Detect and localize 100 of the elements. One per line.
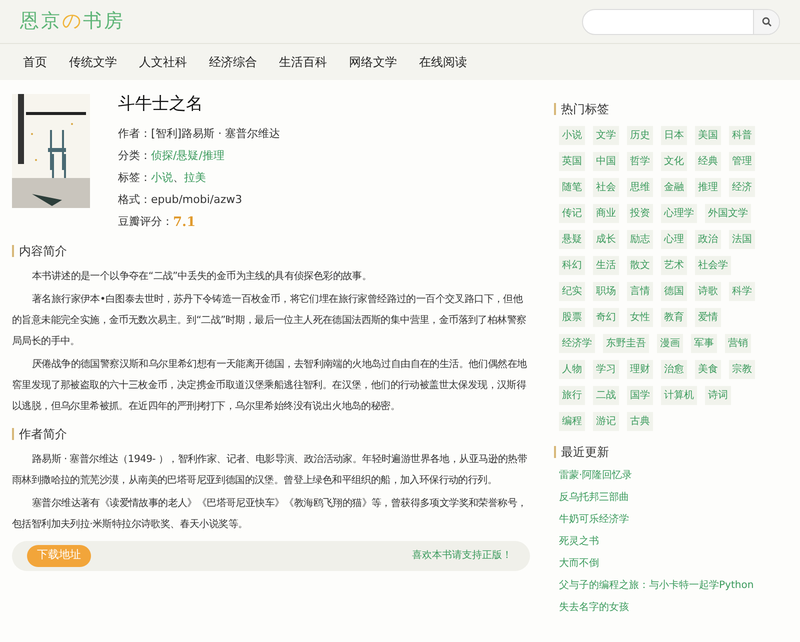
- tag-link[interactable]: 拉美: [184, 170, 206, 187]
- tag-chip[interactable]: 爱情: [695, 308, 721, 327]
- recent-book-link[interactable]: 大而不倒: [559, 555, 764, 572]
- recent-book-link[interactable]: 反乌托邦三部曲: [559, 489, 764, 506]
- nav-link[interactable]: 传统文学: [69, 53, 117, 71]
- recent-book-link[interactable]: 失去名字的女孩: [559, 599, 764, 616]
- tag-chip[interactable]: 商业: [593, 204, 619, 223]
- tag-chip[interactable]: 营销: [725, 334, 751, 353]
- tag-chip[interactable]: 国学: [627, 386, 653, 405]
- tag-chip[interactable]: 奇幻: [593, 308, 619, 327]
- paragraph: 本书讲述的是一个以争夺在“二战”中丢失的金币为主线的具有侦探色彩的故事。: [31, 270, 373, 284]
- tag-chip[interactable]: 思维: [627, 178, 653, 197]
- field-label: 标签：: [118, 170, 151, 186]
- rating-score: 7.1: [173, 214, 196, 232]
- tag-chip[interactable]: 诗歌: [695, 282, 721, 301]
- section-heading: 内容简介: [19, 242, 67, 260]
- recent-book-link[interactable]: 父与子的编程之旅：与小卡特一起学Python: [559, 577, 764, 594]
- download-button[interactable]: 下载地址: [27, 544, 91, 566]
- paragraph: 塞普尔维达著有《读爱情故事的老人》《巴塔哥尼亚快车》《教海鸥飞翔的猫》等，曾获得多项文学奖和荣誉称号，包括智利加夫列拉·米斯特拉尔诗歌奖、春天小说奖等。: [12, 496, 528, 532]
- tag-chip[interactable]: 金融: [661, 178, 687, 197]
- tag-chip[interactable]: 生活: [593, 256, 619, 275]
- tag-chip[interactable]: 美国: [695, 126, 721, 145]
- tag-chip[interactable]: 宗教: [729, 360, 755, 379]
- tag-chip[interactable]: 学习: [593, 360, 619, 379]
- recent-book-link[interactable]: 死灵之书: [559, 533, 764, 550]
- field-label: 作者：: [118, 126, 151, 142]
- tag-chip[interactable]: 政治: [695, 230, 721, 249]
- tag-chip[interactable]: 二战: [593, 386, 619, 405]
- tag-chip[interactable]: 古典: [627, 412, 653, 431]
- tag-chip[interactable]: 哲学: [627, 152, 653, 171]
- tag-chip[interactable]: 理财: [627, 360, 653, 379]
- search-icon[interactable]: [753, 10, 779, 34]
- tag-chip[interactable]: 历史: [627, 126, 653, 145]
- tag-chip[interactable]: 文学: [593, 126, 619, 145]
- paragraph: 厌倦战争的德国警察汉斯和乌尔里希幻想有一天能离开德国，去智利南端的火地岛过自由自在的生活。他们偶然在地窖里发现了那被盗取的六十三枚金币，决定携金币取道汉堡乘船逃往智利。在汉堡，他们的行动被盖世太保发现，汉斯得以逃脱，但乌尔里希被抓。在近四年的严刑拷打下，乌尔里希始终没有说出火地岛的秘密。: [12, 358, 528, 414]
- tag-chip[interactable]: 科学: [729, 282, 755, 301]
- tag-chip[interactable]: 科普: [729, 126, 755, 145]
- category-link[interactable]: 侦探/悬疑/推理: [151, 148, 224, 165]
- tag-chip[interactable]: 小说: [559, 126, 585, 145]
- tag-chip[interactable]: 悬疑: [559, 230, 585, 249]
- tag-chip[interactable]: 东野圭吾: [603, 334, 649, 353]
- tag-chip[interactable]: 艺术: [661, 256, 687, 275]
- nav-link[interactable]: 在线阅读: [419, 53, 467, 71]
- tag-chip[interactable]: 治愈: [661, 360, 687, 379]
- tag-link[interactable]: 小说: [151, 170, 173, 187]
- tag-chip[interactable]: 日本: [661, 126, 687, 145]
- tag-chip[interactable]: 经济学: [559, 334, 595, 353]
- tag-chip[interactable]: 社会: [593, 178, 619, 197]
- section-heading: 热门标签: [561, 101, 609, 118]
- tag-chip[interactable]: 纪实: [559, 282, 585, 301]
- tag-chip[interactable]: 计算机: [661, 386, 697, 405]
- nav-link[interactable]: 网络文学: [349, 53, 397, 71]
- tag-chip[interactable]: 中国: [593, 152, 619, 171]
- separator: 、: [173, 170, 184, 186]
- tag-chip[interactable]: 美食: [695, 360, 721, 379]
- tag-chip[interactable]: 投资: [627, 204, 653, 223]
- nav-link[interactable]: 经济综合: [209, 53, 257, 71]
- tag-chip[interactable]: 职场: [593, 282, 619, 301]
- tag-chip[interactable]: 言情: [627, 282, 653, 301]
- nav-link[interactable]: 人文社科: [139, 53, 187, 71]
- field-value: epub/mobi/azw3: [151, 192, 242, 208]
- tag-chip[interactable]: 德国: [661, 282, 687, 301]
- tag-chip[interactable]: 军事: [691, 334, 717, 353]
- tag-chip[interactable]: 教育: [661, 308, 687, 327]
- tag-chip[interactable]: 文化: [661, 152, 687, 171]
- tag-chip[interactable]: 游记: [593, 412, 619, 431]
- tag-chip[interactable]: 励志: [627, 230, 653, 249]
- section-heading: 最近更新: [561, 444, 609, 461]
- book-title: 斗牛士之名: [118, 93, 204, 116]
- recent-book-link[interactable]: 牛奶可乐经济学: [559, 511, 764, 528]
- tag-chip[interactable]: 外国文学: [705, 204, 751, 223]
- tag-chip[interactable]: 社会学: [695, 256, 731, 275]
- tag-chip[interactable]: 英国: [559, 152, 585, 171]
- tag-chip[interactable]: 管理: [729, 152, 755, 171]
- tag-chip[interactable]: 股票: [559, 308, 585, 327]
- field-label: 格式：: [118, 192, 151, 208]
- tag-chip[interactable]: 编程: [559, 412, 585, 431]
- tag-chip[interactable]: 心理学: [661, 204, 697, 223]
- paragraph: 路易斯 · 塞普尔维达（1949- ），智利作家、记者、电影导演、政治活动家。年轻时遍游世界各地，从亚马逊的热带雨林到撒哈拉的荒芜沙漠，从南美的巴塔哥尼亚到德国的汉堡。曾登上绿色和平组织的船，加入环保行动的行列。: [12, 452, 528, 488]
- tag-chip[interactable]: 传记: [559, 204, 585, 223]
- tag-chip[interactable]: 经济: [729, 178, 755, 197]
- field-value: [智利]路易斯 · 塞普尔维达: [151, 126, 280, 142]
- tag-chip[interactable]: 漫画: [657, 334, 683, 353]
- tag-chip[interactable]: 女性: [627, 308, 653, 327]
- tag-chip[interactable]: 诗词: [705, 386, 731, 405]
- tag-chip[interactable]: 成长: [593, 230, 619, 249]
- tag-chip[interactable]: 人物: [559, 360, 585, 379]
- tag-chip[interactable]: 科幻: [559, 256, 585, 275]
- site-logo[interactable]: 恩京の书房: [20, 7, 125, 36]
- tag-chip[interactable]: 散文: [627, 256, 653, 275]
- tag-chip[interactable]: 推理: [695, 178, 721, 197]
- recent-book-link[interactable]: 雷蒙·阿隆回忆录: [559, 467, 764, 484]
- tag-chip[interactable]: 旅行: [559, 386, 585, 405]
- tag-chip[interactable]: 随笔: [559, 178, 585, 197]
- nav-link[interactable]: 首页: [23, 53, 47, 71]
- search-field[interactable]: [582, 8, 780, 34]
- tag-chip[interactable]: 经典: [695, 152, 721, 171]
- tag-chip[interactable]: 法国: [729, 230, 755, 249]
- nav-link[interactable]: 生活百科: [279, 53, 327, 71]
- tag-chip[interactable]: 心理: [661, 230, 687, 249]
